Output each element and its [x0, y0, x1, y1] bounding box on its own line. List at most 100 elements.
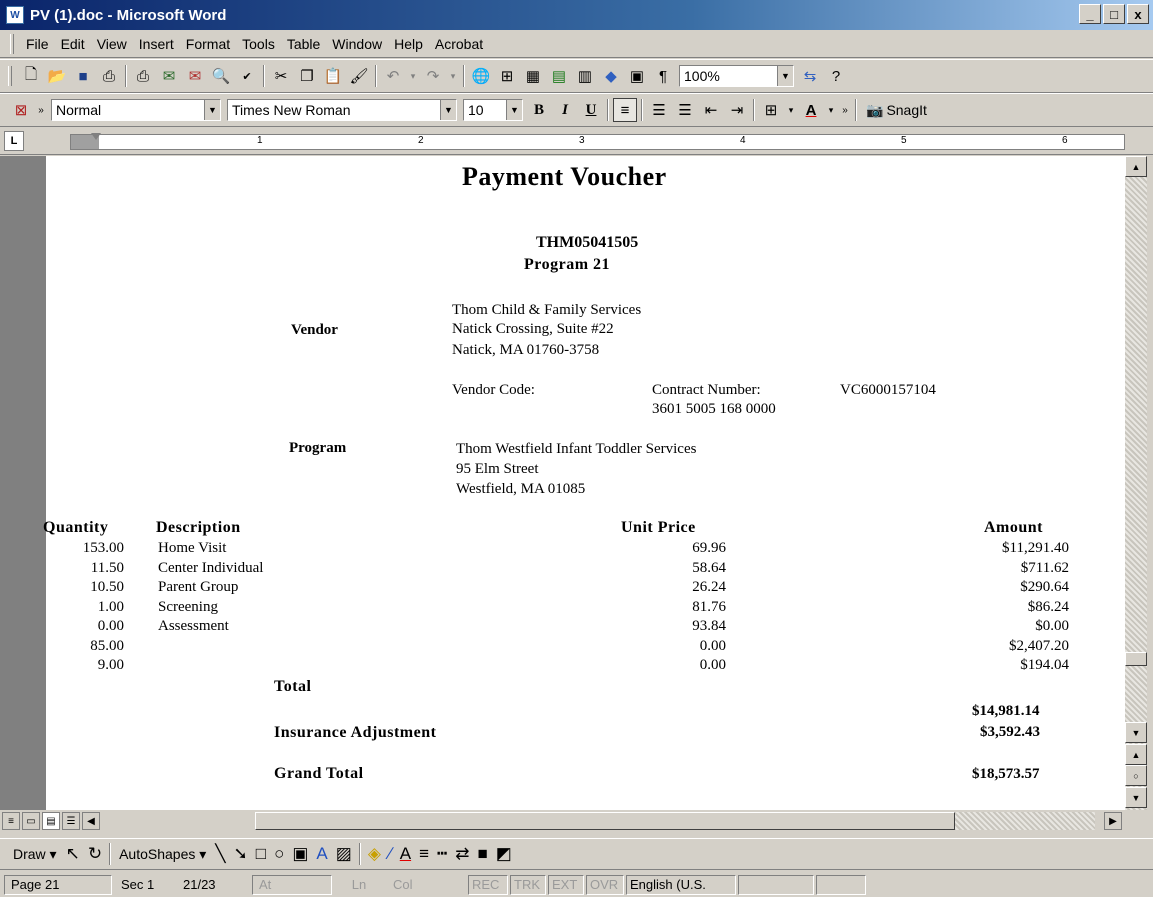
permission-icon[interactable]: ⎙: [97, 64, 121, 88]
rectangle-icon[interactable]: □: [252, 844, 270, 864]
redo-dropdown-icon[interactable]: ▾: [447, 64, 459, 88]
status-ovr[interactable]: OVR: [586, 874, 624, 895]
line-style-icon[interactable]: ≡: [415, 844, 433, 864]
toolbar-options-icon[interactable]: »: [839, 98, 851, 122]
menu-window[interactable]: Window: [326, 36, 388, 52]
font-size-dropdown-icon[interactable]: ▼: [506, 100, 522, 120]
arrow-icon[interactable]: ➘: [230, 844, 252, 864]
redo-icon[interactable]: ↷: [421, 64, 445, 88]
help-icon[interactable]: ?: [824, 64, 848, 88]
spelling-icon[interactable]: ✔: [235, 64, 259, 88]
close-button[interactable]: x: [1127, 4, 1149, 24]
document-page[interactable]: Payment Voucher THM05041505 Program 21 V…: [43, 156, 1125, 810]
fill-color-icon[interactable]: ◈: [364, 844, 385, 864]
bullets-icon[interactable]: ☰: [673, 98, 697, 122]
scroll-left-icon[interactable]: ◀: [82, 812, 100, 830]
menu-format[interactable]: Format: [180, 36, 236, 52]
horizontal-scroll-thumb[interactable]: [255, 812, 955, 830]
menu-insert[interactable]: Insert: [133, 36, 180, 52]
dash-style-icon[interactable]: ┅: [433, 844, 451, 864]
select-objects-icon[interactable]: ↖: [62, 844, 84, 864]
text-box-icon[interactable]: ▣: [288, 844, 312, 864]
next-page-icon[interactable]: ▼: [1125, 787, 1147, 808]
toolbar-options-icon[interactable]: »: [35, 98, 47, 122]
bold-button[interactable]: B: [527, 98, 551, 122]
print-layout-icon[interactable]: ▤: [42, 812, 60, 830]
vertical-scroll-thumb[interactable]: [1125, 652, 1147, 666]
undo-dropdown-icon[interactable]: ▾: [407, 64, 419, 88]
save-icon[interactable]: ■: [71, 64, 95, 88]
cut-icon[interactable]: ✂: [269, 64, 293, 88]
menu-edit[interactable]: Edit: [55, 36, 91, 52]
share-icon[interactable]: ⇆: [798, 64, 822, 88]
line-icon[interactable]: ╲: [211, 844, 229, 864]
horizontal-ruler[interactable]: 1 2 3 4 5 6: [70, 133, 1125, 150]
horizontal-scrollbar[interactable]: [255, 812, 1095, 830]
outline-view-icon[interactable]: ☰: [62, 812, 80, 830]
line-color-icon[interactable]: ∕: [385, 844, 396, 864]
previous-page-icon[interactable]: ▲: [1125, 744, 1147, 765]
menu-view[interactable]: View: [91, 36, 133, 52]
paste-icon[interactable]: 📋: [321, 64, 345, 88]
font-dropdown-icon[interactable]: ▼: [440, 100, 456, 120]
increase-indent-icon[interactable]: ⇥: [725, 98, 749, 122]
columns-icon[interactable]: ▥: [573, 64, 597, 88]
font-color-dropdown-icon[interactable]: ▾: [825, 98, 837, 122]
toolbar-grip[interactable]: [8, 66, 12, 86]
menu-acrobat[interactable]: Acrobat: [429, 36, 489, 52]
free-rotate-icon[interactable]: ↻: [84, 844, 106, 864]
draw-menu-button[interactable]: Draw ▾: [8, 846, 62, 863]
new-document-icon[interactable]: 🗋: [19, 64, 43, 88]
normal-view-icon[interactable]: ≡: [2, 812, 20, 830]
show-hide-icon[interactable]: ¶: [651, 64, 675, 88]
format-painter-icon[interactable]: 🖌: [347, 64, 371, 88]
drawing-icon[interactable]: ◆: [599, 64, 623, 88]
menu-grip[interactable]: [10, 33, 14, 54]
web-layout-icon[interactable]: ▭: [22, 812, 40, 830]
arrow-style-icon[interactable]: ⇄: [451, 844, 473, 864]
undo-icon[interactable]: ↶: [381, 64, 405, 88]
minimize-button[interactable]: _: [1079, 4, 1101, 24]
style-dropdown-icon[interactable]: ▼: [204, 100, 220, 120]
status-trk[interactable]: TRK: [510, 874, 546, 895]
zoom-dropdown-icon[interactable]: ▼: [777, 66, 793, 86]
font-size-select[interactable]: 10 ▼: [463, 99, 523, 121]
select-browse-object-icon[interactable]: ○: [1125, 765, 1147, 786]
vertical-scrollbar[interactable]: ▲ ▼ ▲ ○ ▼: [1125, 156, 1149, 810]
borders-icon[interactable]: ⊞: [759, 98, 783, 122]
numbering-icon[interactable]: ☰: [647, 98, 671, 122]
status-rec[interactable]: REC: [468, 874, 508, 895]
document-map-icon[interactable]: ▣: [625, 64, 649, 88]
font-color-draw-icon[interactable]: A: [396, 844, 415, 864]
word-app-icon[interactable]: W: [6, 6, 24, 24]
snagit-button[interactable]: 📷 SnagIt: [866, 102, 927, 119]
menu-file[interactable]: File: [20, 36, 55, 52]
borders-dropdown-icon[interactable]: ▾: [785, 98, 797, 122]
italic-button[interactable]: I: [553, 98, 577, 122]
fax-icon[interactable]: ✉: [183, 64, 207, 88]
open-folder-icon[interactable]: 📂: [45, 64, 69, 88]
scroll-up-icon[interactable]: ▲: [1125, 156, 1147, 177]
maximize-button[interactable]: □: [1103, 4, 1125, 24]
insert-table-icon[interactable]: ▦: [521, 64, 545, 88]
shadow-icon[interactable]: ■: [474, 844, 492, 864]
insert-excel-icon[interactable]: ▤: [547, 64, 571, 88]
scroll-down-icon[interactable]: ▼: [1125, 722, 1147, 743]
oval-icon[interactable]: ○: [270, 844, 288, 864]
decrease-indent-icon[interactable]: ⇤: [699, 98, 723, 122]
copy-icon[interactable]: ❐: [295, 64, 319, 88]
tab-selector[interactable]: L: [4, 131, 24, 151]
tables-borders-icon[interactable]: ⊞: [495, 64, 519, 88]
pdf-icon[interactable]: ⊠: [9, 98, 33, 122]
menu-tools[interactable]: Tools: [236, 36, 281, 52]
zoom-select[interactable]: 100% ▼: [679, 65, 794, 87]
menu-help[interactable]: Help: [388, 36, 429, 52]
status-language[interactable]: English (U.S.: [626, 874, 736, 895]
clip-art-icon[interactable]: ▨: [332, 844, 356, 864]
style-select[interactable]: Normal ▼: [51, 99, 221, 121]
status-ext[interactable]: EXT: [548, 874, 584, 895]
underline-button[interactable]: U: [579, 98, 603, 122]
scroll-right-icon[interactable]: ▶: [1104, 812, 1122, 830]
print-icon[interactable]: ⎙: [131, 64, 155, 88]
status-page[interactable]: Page 21: [4, 874, 112, 895]
